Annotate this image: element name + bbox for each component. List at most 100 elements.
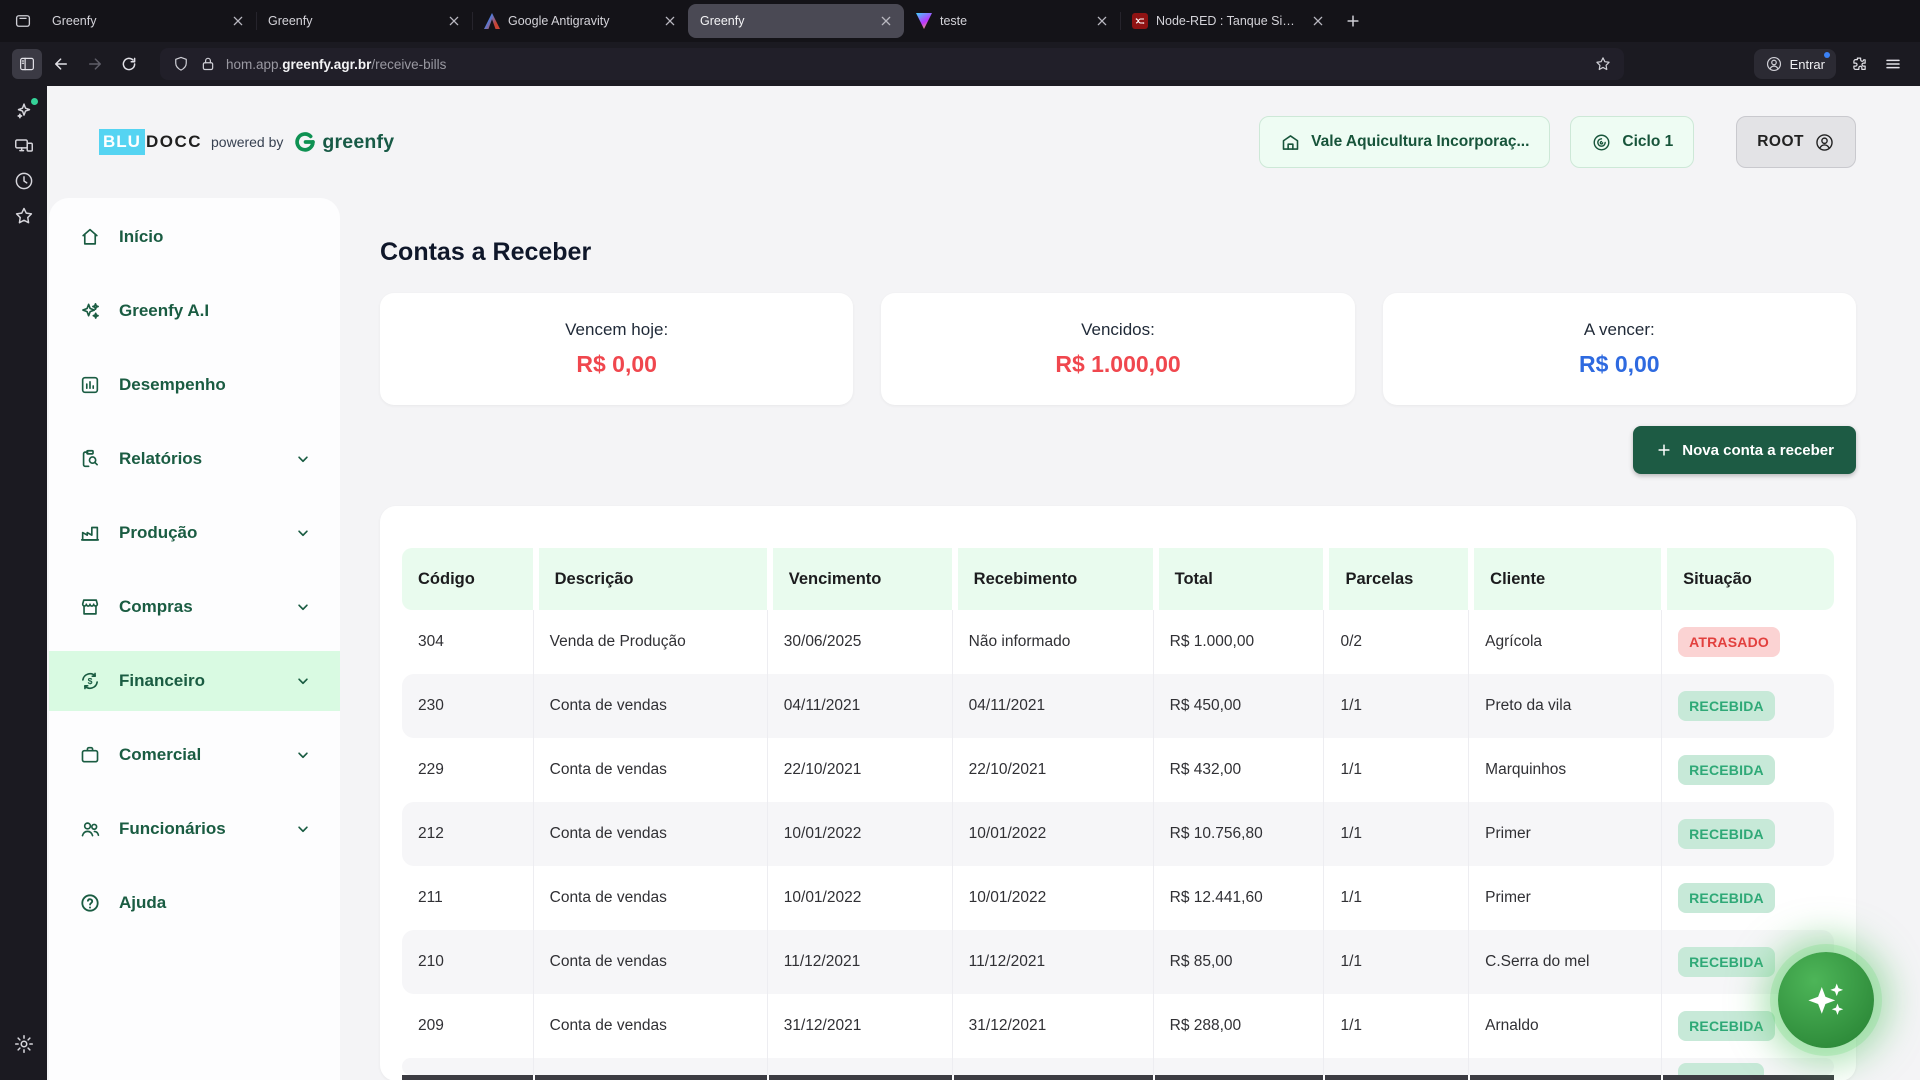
column-header: Total (1153, 548, 1324, 610)
table-row[interactable]: 212Conta de vendas10/01/202210/01/2022R$… (402, 802, 1834, 866)
chart-icon (79, 374, 101, 396)
firefox-view-button[interactable] (10, 8, 36, 34)
browser-tab[interactable]: Greenfy (40, 4, 256, 38)
shield-icon[interactable] (172, 55, 190, 73)
cycle-button[interactable]: Ciclo 1 (1570, 116, 1694, 168)
strip-segment (767, 1075, 952, 1080)
new-bill-button[interactable]: Nova conta a receber (1633, 426, 1856, 474)
browser-tab[interactable]: Node-RED : Tanque Simulação (1120, 4, 1336, 38)
synced-tabs-button[interactable] (13, 135, 35, 157)
table-row[interactable]: 229Conta de vendas22/10/202122/10/2021R$… (402, 738, 1834, 802)
star-icon (13, 205, 35, 227)
cell-recebimento: 31/12/2021 (952, 994, 1153, 1058)
tab-title: Greenfy (52, 14, 222, 28)
sidebar-item-inicio[interactable]: Início (49, 207, 340, 267)
tab-close-icon[interactable] (662, 13, 678, 29)
strip-segment (952, 1075, 1153, 1080)
cell-parcelas: 0/2 (1323, 610, 1468, 674)
cell-codigo: 211 (402, 866, 533, 930)
tab-strip: GreenfyGreenfyGoogle AntigravityGreenfyt… (40, 0, 1336, 42)
tab-close-icon[interactable] (878, 13, 894, 29)
sidebar-item-financeiro[interactable]: $Financeiro (49, 651, 340, 711)
briefcase-icon (79, 744, 101, 766)
cell-total: R$ 85,00 (1153, 930, 1324, 994)
bookmarks-button[interactable] (13, 205, 35, 227)
menu-button[interactable] (1878, 49, 1908, 79)
settings-button[interactable] (13, 1033, 35, 1055)
tab-title: teste (940, 14, 1086, 28)
table-row[interactable]: 230Conta de vendas04/11/202104/11/2021R$… (402, 674, 1834, 738)
table-row[interactable]: 210Conta de vendas11/12/202111/12/2021R$… (402, 930, 1834, 994)
cell-situacao: RECEBIDA (1661, 674, 1834, 738)
web-page: BLU DOCC powered by greenfy Vale Aquicul… (47, 86, 1920, 1080)
reload-button[interactable] (114, 49, 144, 79)
sidebar-toggle-button[interactable] (12, 49, 42, 79)
sparkles-icon (1803, 977, 1849, 1023)
card-label: A vencer: (1584, 320, 1655, 340)
sidebar-item-comercial[interactable]: Comercial (49, 725, 340, 785)
status-badge: RECEBIDA (1678, 1011, 1775, 1041)
tab-close-icon[interactable] (1310, 13, 1326, 29)
navigation-toolbar: hom.app.greenfy.agr.br/receive-bills Ent… (0, 42, 1920, 86)
sidebar-item-label: Comercial (119, 745, 201, 765)
bills-table: CódigoDescriçãoVencimentoRecebimentoTota… (402, 548, 1834, 1080)
table-row[interactable]: 211Conta de vendas10/01/202210/01/2022R$… (402, 866, 1834, 930)
browser-tab[interactable]: Greenfy (688, 4, 904, 38)
ai-assistant-fab[interactable] (1778, 952, 1874, 1048)
cell-cliente: Primer (1468, 802, 1661, 866)
partial-cell (1468, 1058, 1661, 1075)
table-row[interactable]: 209Conta de vendas31/12/202131/12/2021R$… (402, 994, 1834, 1058)
url-text: hom.app.greenfy.agr.br/receive-bills (226, 57, 1585, 72)
tab-title: Greenfy (268, 14, 438, 28)
strip-segment (533, 1075, 767, 1080)
summary-card: Vencem hoje:R$ 0,00 (380, 293, 853, 405)
cell-situacao: ATRASADO (1661, 610, 1834, 674)
back-button[interactable] (46, 49, 76, 79)
tab-close-icon[interactable] (230, 13, 246, 29)
cell-codigo: 229 (402, 738, 533, 802)
cell-codigo: 230 (402, 674, 533, 738)
sidebar-item-funcionarios[interactable]: Funcionários (49, 799, 340, 859)
online-dot (31, 98, 38, 105)
cell-cliente: Primer (1468, 866, 1661, 930)
extensions-icon[interactable] (1844, 49, 1874, 79)
browser-tab[interactable]: Greenfy (256, 4, 472, 38)
sidebar-item-label: Produção (119, 523, 197, 543)
cell-descricao: Conta de vendas (533, 994, 767, 1058)
user-button[interactable]: ROOT (1736, 116, 1856, 168)
new-bill-label: Nova conta a receber (1682, 442, 1834, 459)
organization-button[interactable]: Vale Aquicultura Incorporaç... (1259, 116, 1550, 168)
table-bottom-strip (402, 1075, 1834, 1080)
bookmark-star-icon[interactable] (1594, 55, 1612, 73)
history-button[interactable] (13, 170, 35, 192)
sidebar-item-producao[interactable]: Produção (49, 503, 340, 563)
logo-docc: DOCC (146, 132, 202, 152)
ai-chat-button[interactable] (13, 100, 35, 122)
sidebar-item-ajuda[interactable]: Ajuda (49, 873, 340, 933)
sidebar-item-compras[interactable]: Compras (49, 577, 340, 637)
tab-close-icon[interactable] (1094, 13, 1110, 29)
browser-tab[interactable]: teste (904, 4, 1120, 38)
sidebar-item-desempenho[interactable]: Desempenho (49, 355, 340, 415)
new-tab-button[interactable] (1340, 8, 1366, 34)
cell-descricao: Conta de vendas (533, 738, 767, 802)
sidebar-item-greenfy-a-i[interactable]: Greenfy A.I (49, 281, 340, 341)
account-button[interactable]: Entrar (1754, 49, 1836, 79)
lock-icon[interactable] (199, 55, 217, 73)
partial-status-badge (1678, 1063, 1764, 1075)
app-sidebar: Início Greenfy A.I Desempenho Relatórios Pro… (49, 198, 340, 1080)
cell-parcelas: 1/1 (1323, 738, 1468, 802)
chevron-down-icon (294, 820, 312, 838)
bludocc-logo: BLU DOCC powered by greenfy (99, 129, 394, 155)
cell-recebimento: 22/10/2021 (952, 738, 1153, 802)
url-bar[interactable]: hom.app.greenfy.agr.br/receive-bills (160, 48, 1624, 80)
table-row[interactable]: 304Venda de Produção30/06/2025Não inform… (402, 610, 1834, 674)
forward-button[interactable] (80, 49, 110, 79)
cell-total: R$ 1.000,00 (1153, 610, 1324, 674)
tab-close-icon[interactable] (446, 13, 462, 29)
browser-tab[interactable]: Google Antigravity (472, 4, 688, 38)
finance-icon: $ (79, 670, 101, 692)
strip-segment (1661, 1075, 1834, 1080)
user-label: ROOT (1757, 133, 1804, 151)
sidebar-item-relatorios[interactable]: Relatórios (49, 429, 340, 489)
